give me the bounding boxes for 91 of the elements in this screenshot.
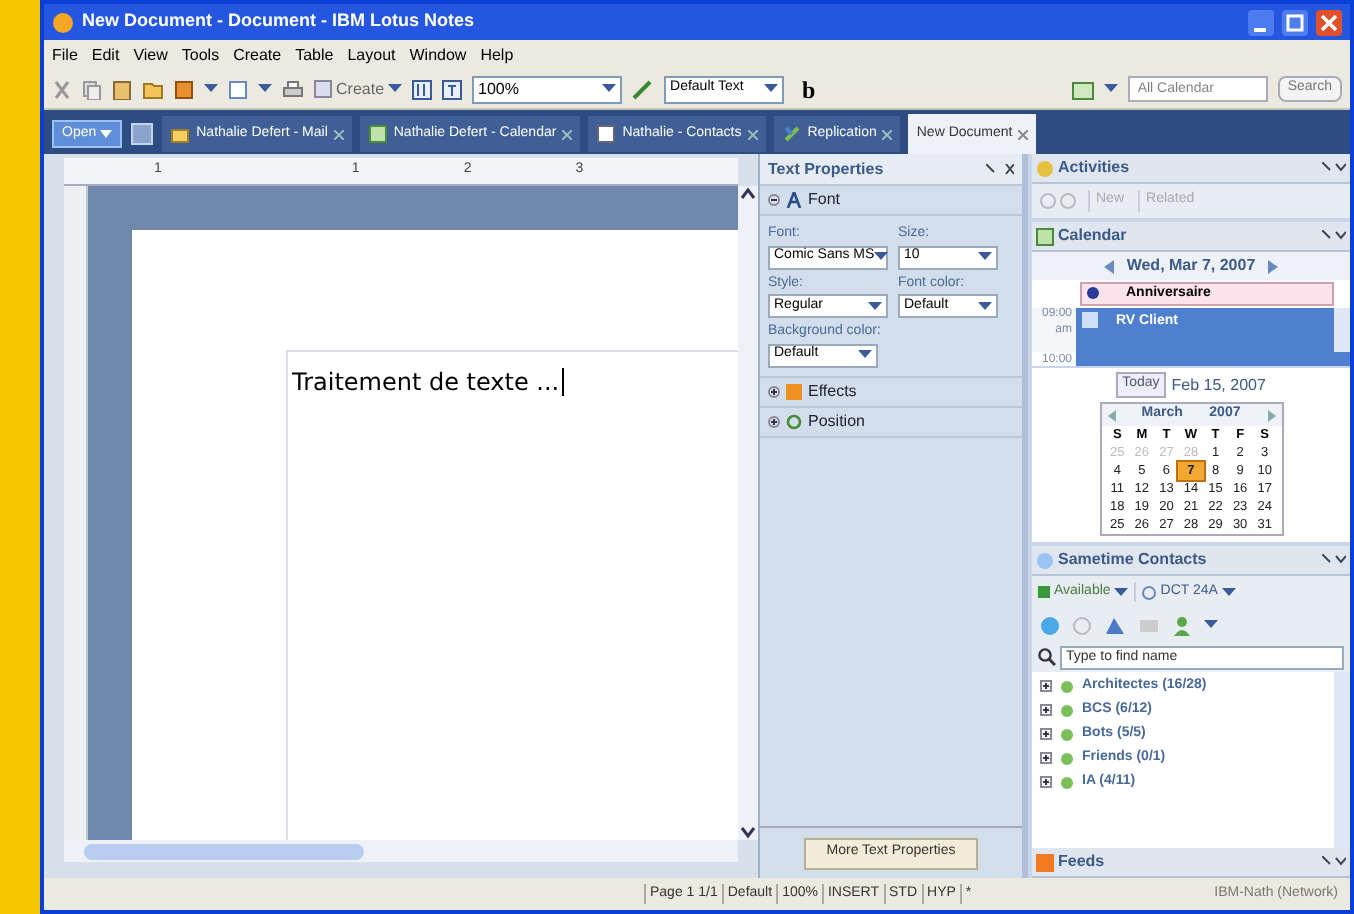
app-logo-icon[interactable] <box>52 11 74 33</box>
add-contact-icon[interactable] <box>1172 615 1192 635</box>
cut-icon[interactable] <box>52 79 72 99</box>
expand-icon[interactable] <box>1040 680 1052 692</box>
scrollbar[interactable] <box>1334 308 1350 352</box>
close-icon[interactable] <box>562 129 573 139</box>
panel-title: Calendar <box>1058 224 1129 248</box>
caret-icon[interactable] <box>602 84 617 94</box>
scroll-thumb[interactable] <box>84 843 364 859</box>
menu-item[interactable]: Table <box>295 43 334 67</box>
menu-item[interactable]: View <box>133 43 168 67</box>
caret-icon[interactable] <box>1114 587 1129 597</box>
panel-title: Activities <box>1058 156 1132 180</box>
paragraph-icon[interactable] <box>412 79 433 99</box>
minimize-button[interactable] <box>1248 9 1274 35</box>
bold-button[interactable]: b <box>794 77 824 101</box>
folder-icon[interactable] <box>142 79 164 99</box>
chat-bubble-icon[interactable] <box>1040 615 1060 635</box>
panel-title: Sametime Contacts <box>1058 548 1209 572</box>
menu-item[interactable]: File <box>52 43 78 67</box>
scrollbar[interactable] <box>1334 672 1350 848</box>
envelope-icon[interactable] <box>170 124 191 144</box>
expand-icon[interactable] <box>768 385 780 397</box>
vertical-scrollbar[interactable] <box>738 186 758 840</box>
close-button[interactable] <box>1316 9 1342 35</box>
caret-icon[interactable] <box>1103 84 1118 94</box>
letter-a-icon[interactable] <box>786 192 802 208</box>
calendar-icon[interactable] <box>367 124 388 144</box>
section-header[interactable]: Effects <box>760 377 1022 407</box>
caret-icon[interactable] <box>388 84 403 94</box>
pin-icon[interactable] <box>1086 286 1100 302</box>
caret-icon[interactable] <box>258 84 272 94</box>
section-header[interactable]: Position <box>760 407 1022 437</box>
expand-icon[interactable] <box>1040 704 1052 716</box>
menu-item[interactable]: Help <box>480 43 514 67</box>
caret-icon[interactable] <box>100 128 113 140</box>
next-icon[interactable] <box>1267 409 1275 421</box>
caret-icon[interactable] <box>978 301 992 311</box>
caret-icon[interactable] <box>1204 620 1218 630</box>
panel-controls-icon[interactable] <box>986 163 1014 175</box>
caret-icon[interactable] <box>764 84 779 94</box>
calendar-icon[interactable] <box>1036 227 1054 245</box>
expand-icon[interactable] <box>768 415 780 427</box>
globe-icon[interactable] <box>1142 585 1157 599</box>
calendar-date: Wed, Mar 7, 2007 <box>1126 254 1256 278</box>
today-date: Feb 15, 2007 <box>1171 373 1266 397</box>
previous-icon[interactable] <box>1104 259 1115 273</box>
close-icon[interactable] <box>747 129 758 139</box>
caret-icon[interactable] <box>204 84 218 94</box>
expand-icon[interactable] <box>1040 776 1052 788</box>
copy-icon[interactable] <box>82 79 102 99</box>
next-icon[interactable] <box>1267 259 1278 273</box>
menu-item[interactable]: Edit <box>91 43 120 67</box>
window-title: New Document - Document - IBM Lotus Notes <box>82 8 477 35</box>
expand-icon[interactable] <box>1040 728 1052 740</box>
caret-icon[interactable] <box>978 252 992 262</box>
panel-controls-icon[interactable] <box>1322 856 1346 868</box>
close-icon[interactable] <box>882 129 893 139</box>
scroll-up-icon[interactable] <box>740 186 756 202</box>
menu-item[interactable]: Layout <box>347 43 396 67</box>
spellcheck-icon[interactable] <box>632 79 655 99</box>
close-icon[interactable] <box>333 129 344 139</box>
expand-icon[interactable] <box>1040 752 1052 764</box>
panel-controls-icon[interactable] <box>1322 554 1346 566</box>
search-icon[interactable] <box>1038 648 1056 666</box>
caret-icon[interactable] <box>858 350 872 360</box>
caret-icon[interactable] <box>1221 587 1236 597</box>
collapse-icon[interactable] <box>768 194 780 206</box>
close-icon[interactable] <box>1018 129 1029 139</box>
panel-controls-icon[interactable] <box>1322 162 1346 174</box>
panel-title: Text Properties <box>768 157 884 181</box>
scroll-down-icon[interactable] <box>740 824 756 840</box>
section-header[interactable]: Font <box>760 186 1022 216</box>
panel-controls-icon[interactable] <box>1322 230 1346 242</box>
create-button[interactable]: Create <box>314 77 403 101</box>
calendar-icon[interactable] <box>1071 79 1094 99</box>
panel-title: Feeds <box>1058 850 1107 874</box>
text-icon[interactable] <box>442 79 463 99</box>
menu-item[interactable]: Tools <box>181 43 220 67</box>
menu-item[interactable]: Window <box>409 43 467 67</box>
menu-item[interactable]: Create <box>233 43 282 67</box>
caret-icon[interactable] <box>874 252 889 262</box>
document-text[interactable]: Traitement de texte ... <box>292 368 564 396</box>
print-icon[interactable] <box>282 79 304 99</box>
position-icon[interactable] <box>786 413 802 429</box>
horizontal-scrollbar[interactable] <box>64 840 738 862</box>
arrows-icon[interactable] <box>781 124 802 144</box>
previous-icon[interactable] <box>1107 409 1115 421</box>
zoom-dropdown[interactable]: 100% <box>472 75 623 103</box>
maximize-button[interactable] <box>1282 9 1308 35</box>
caret-icon[interactable] <box>868 301 882 311</box>
